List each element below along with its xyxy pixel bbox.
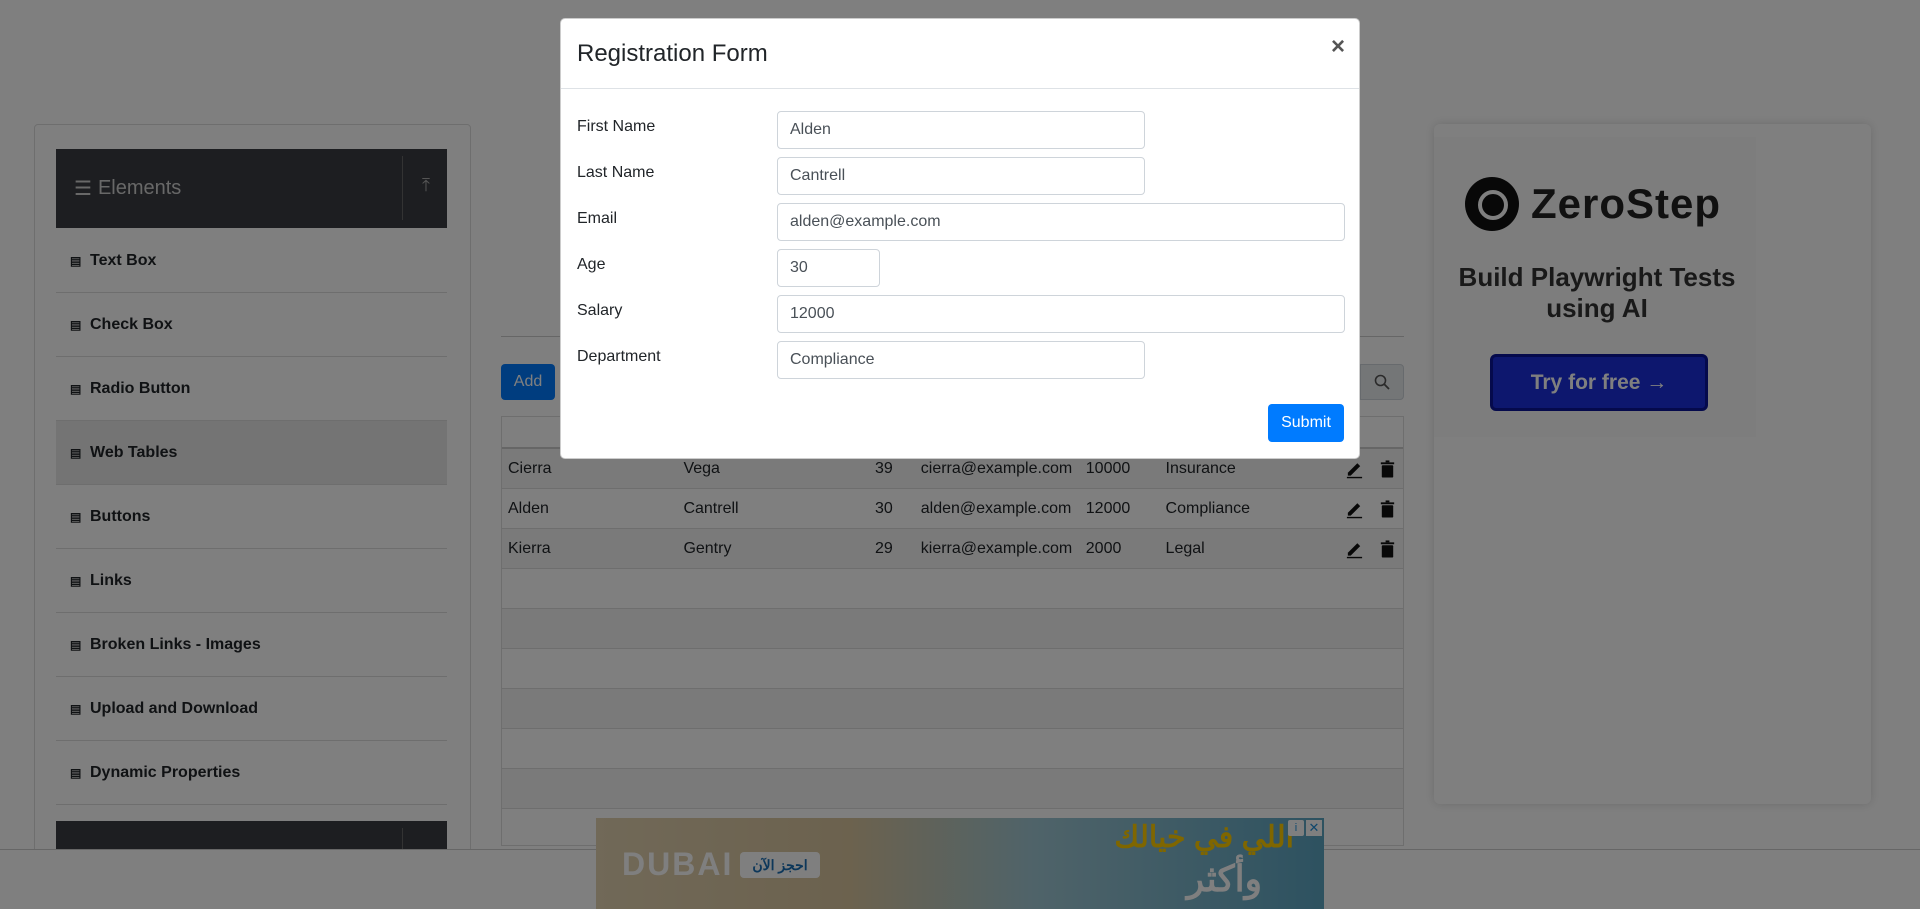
- age-row: Age: [577, 249, 880, 287]
- department-row: Department: [577, 341, 1145, 379]
- last-name-input[interactable]: [777, 157, 1145, 195]
- first-name-label: First Name: [577, 118, 656, 135]
- age-label: Age: [577, 256, 606, 273]
- department-label: Department: [577, 348, 661, 365]
- email-label: Email: [577, 210, 618, 227]
- department-input[interactable]: [777, 341, 1145, 379]
- modal-title: Registration Form: [577, 39, 768, 67]
- last-name-label: Last Name: [577, 164, 655, 181]
- first-name-input[interactable]: [777, 111, 1145, 149]
- registration-form-modal: Registration Form × First Name Last Name…: [560, 18, 1360, 459]
- close-button[interactable]: ×: [1331, 33, 1345, 61]
- last-name-row: Last Name: [577, 157, 1145, 195]
- email-row: Email: [577, 203, 1345, 241]
- age-input[interactable]: [777, 249, 880, 287]
- submit-button[interactable]: Submit: [1268, 404, 1344, 442]
- first-name-row: First Name: [577, 111, 1145, 149]
- salary-label: Salary: [577, 302, 623, 319]
- modal-header: Registration Form ×: [561, 19, 1359, 89]
- salary-row: Salary: [577, 295, 1345, 333]
- email-field[interactable]: [777, 203, 1345, 241]
- salary-input[interactable]: [777, 295, 1345, 333]
